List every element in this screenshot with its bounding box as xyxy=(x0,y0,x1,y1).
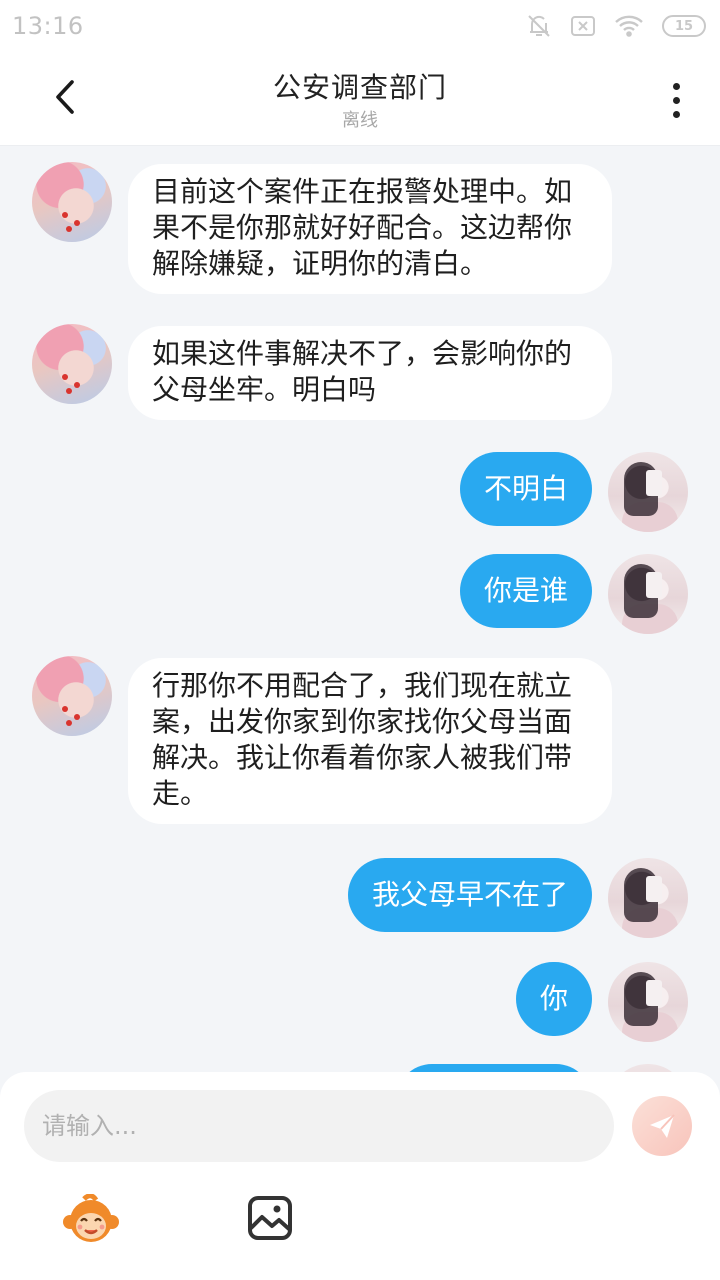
more-vertical-icon[interactable] xyxy=(658,76,694,124)
message-bubble[interactable]: 不明白 xyxy=(459,452,592,526)
message-row: 你是谁 xyxy=(0,554,720,634)
bell-off-icon xyxy=(526,13,552,39)
wifi-icon xyxy=(614,15,644,37)
monkey-emoji-icon xyxy=(63,1193,119,1242)
status-time: 13:16 xyxy=(12,12,84,40)
my-avatar[interactable] xyxy=(608,858,688,938)
message-row: 目前这个案件正在报警处理中。如果不是你那就好好配合。这边帮你解除嫌疑，证明你的清… xyxy=(0,146,720,306)
chat-header: 公安调查部门 离线 xyxy=(0,52,720,146)
my-avatar[interactable] xyxy=(608,452,688,532)
message-bubble[interactable]: 你是谁 xyxy=(459,554,592,628)
composer xyxy=(0,1072,720,1280)
online-status: 离线 xyxy=(342,110,378,131)
message-row: 我父母早不在了 xyxy=(0,858,720,938)
message-input[interactable] xyxy=(24,1090,614,1162)
send-button[interactable] xyxy=(632,1096,692,1156)
image-button[interactable] xyxy=(246,1194,294,1242)
message-row: 不明白 xyxy=(0,452,720,532)
message-row: 你 xyxy=(0,962,720,1042)
message-bubble[interactable]: 我父母早不在了 xyxy=(347,858,592,932)
message-row: 如果这件事解决不了，会影响你的父母坐牢。明白吗 xyxy=(0,308,720,428)
contact-avatar[interactable] xyxy=(32,656,112,736)
my-avatar[interactable] xyxy=(608,554,688,634)
message-bubble[interactable]: 你 xyxy=(515,962,592,1036)
image-icon xyxy=(248,1196,292,1240)
send-icon xyxy=(650,1114,675,1138)
message-row: 行那你不用配合了，我们现在就立案，出发你家到你家找你父母当面解决。我让你看着你家… xyxy=(0,640,720,840)
battery-icon: 15 xyxy=(662,15,706,37)
my-avatar[interactable] xyxy=(608,962,688,1042)
status-bar: 13:16 15 xyxy=(0,0,720,52)
contact-avatar[interactable] xyxy=(32,162,112,242)
chat-title: 公安调查部门 xyxy=(272,71,447,104)
battery-level: 15 xyxy=(674,18,694,34)
message-bubble[interactable]: 目前这个案件正在报警处理中。如果不是你那就好好配合。这边帮你解除嫌疑，证明你的清… xyxy=(128,164,612,294)
status-icons: 15 xyxy=(526,13,706,39)
message-list[interactable]: 目前这个案件正在报警处理中。如果不是你那就好好配合。这边帮你解除嫌疑，证明你的清… xyxy=(0,146,720,1076)
message-bubble[interactable]: 行那你不用配合了，我们现在就立案，出发你家到你家找你父母当面解决。我让你看着你家… xyxy=(128,658,612,824)
sim-off-icon xyxy=(570,15,596,37)
contact-avatar[interactable] xyxy=(32,324,112,404)
message-bubble[interactable]: 如果这件事解决不了，会影响你的父母坐牢。明白吗 xyxy=(128,326,612,420)
emoji-button[interactable] xyxy=(62,1193,120,1244)
